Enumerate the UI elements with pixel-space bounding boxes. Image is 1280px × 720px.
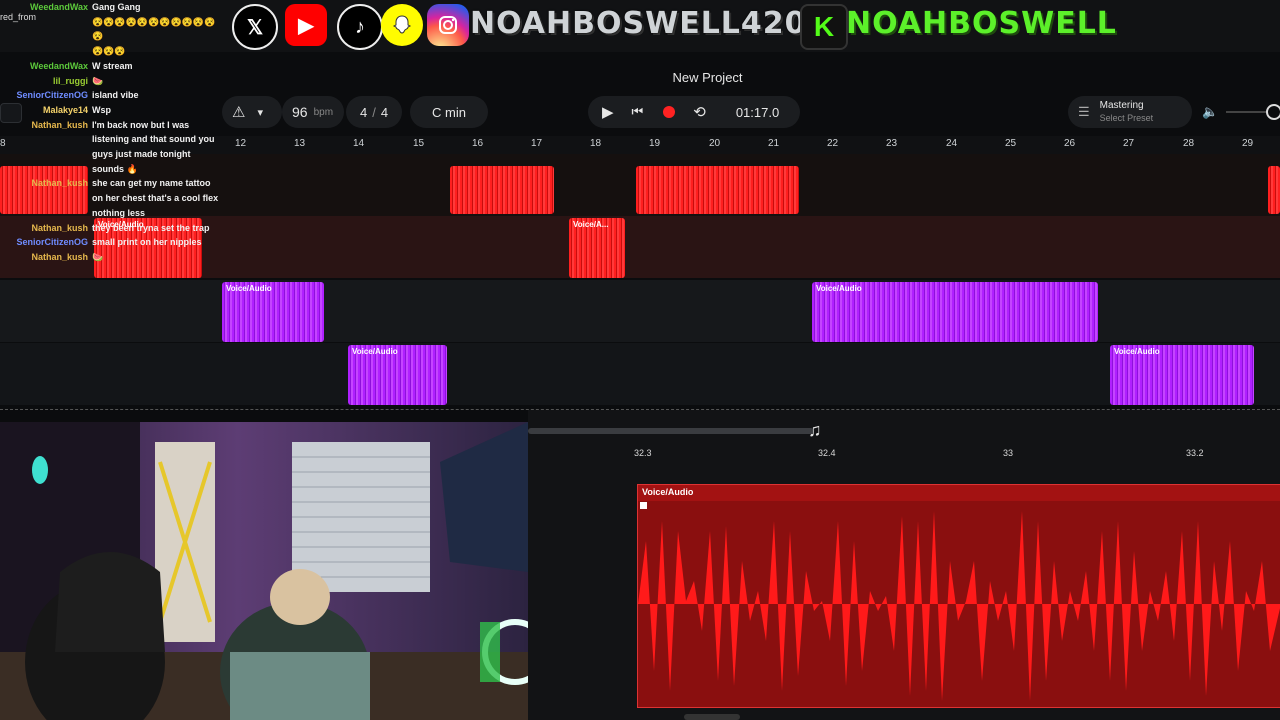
ruler-tick: 20 (709, 138, 721, 149)
project-title: New Project (672, 70, 743, 85)
audio-clip[interactable]: Voice/Audio (812, 282, 1098, 342)
bpm-unit: bpm (313, 106, 334, 118)
camera-icon (439, 16, 457, 34)
ruler-tick: 18 (590, 138, 602, 149)
clip-header (638, 485, 1280, 501)
time-sig-denominator: 4 (380, 104, 389, 120)
clip-label: Voice/Audio (1114, 347, 1160, 356)
ruler-tick: 28 (1183, 138, 1195, 149)
ruler-tick: 26 (1064, 138, 1076, 149)
bpm-value: 96 (292, 104, 308, 120)
chat-message: Nathan_kush I'm back now but I was listen… (31, 119, 215, 174)
volume-slider-thumb[interactable] (1266, 104, 1280, 120)
kick-icon: K (800, 4, 848, 50)
ruler-tick: 21 (768, 138, 780, 149)
tiktok-icon: ♪ (337, 4, 383, 50)
transport-bar: ▶ ⏮ ⟲ 01:17.0 (588, 96, 800, 128)
ruler-tick: 14 (353, 138, 365, 149)
time-display: 01:17.0 (735, 104, 780, 120)
audio-clip[interactable] (450, 166, 554, 214)
loop-icon[interactable]: ⟲ (693, 103, 706, 121)
clip-label: Voice/Audio (226, 284, 272, 293)
chat-message: Nathan_kush 🍉 (31, 251, 104, 262)
volume-icon[interactable]: 🔈 (1202, 104, 1218, 120)
ruler-tick: 27 (1123, 138, 1135, 149)
mastering-button[interactable]: ☰ Mastering Select Preset (1068, 96, 1192, 128)
youtube-icon: ▶ (285, 4, 327, 46)
ruler-tick: 16 (472, 138, 484, 149)
chat-message: SeniorCitizenOG island vibe (16, 90, 139, 101)
audio-clip[interactable]: Voice/Audio (348, 345, 447, 405)
ruler-tick: 15 (413, 138, 425, 149)
bpm-field[interactable]: 96 bpm (282, 96, 344, 128)
audio-clip[interactable]: Voice/Audio (1110, 345, 1254, 405)
metronome-icon: ⚠ (232, 104, 246, 121)
editor-ruler-tick: 33 (1003, 448, 1014, 458)
play-icon[interactable]: ▶ (602, 103, 614, 121)
instagram-icon (427, 4, 469, 46)
volume-slider[interactable] (1226, 111, 1270, 113)
ruler-tick: 17 (531, 138, 543, 149)
ruler-tick: 19 (649, 138, 661, 149)
skip-back-icon[interactable]: ⏮ (632, 104, 644, 120)
audio-clip[interactable] (636, 166, 799, 214)
editor-scrollbar[interactable] (528, 428, 814, 434)
webcam-feed (0, 422, 528, 720)
record-button[interactable] (663, 106, 676, 118)
ruler-tick: 12 (235, 138, 247, 149)
time-sig-separator: / (372, 104, 376, 120)
editor-ruler-tick: 33.2 (1186, 448, 1204, 458)
metronome-button[interactable]: ⚠ ▾ (222, 96, 282, 128)
x-icon: 𝕏 (232, 4, 278, 50)
ruler-tick: 13 (294, 138, 306, 149)
ruler-tick: 22 (827, 138, 839, 149)
audio-clip[interactable]: Voice/A... (569, 218, 625, 278)
clip-label: Voice/Audio (816, 284, 862, 293)
sliders-icon: ☰ (1078, 104, 1090, 119)
chat-message: Malakye14 Wsp (42, 104, 111, 115)
selected-audio-clip[interactable]: Voice/Audio (637, 484, 1280, 708)
waveform (638, 511, 1280, 701)
snapchat-icon (381, 4, 423, 46)
mastering-label: Mastering (1099, 100, 1144, 111)
social-handle: NOAHBOSWELL420 (470, 6, 807, 41)
ruler-tick: 24 (946, 138, 958, 149)
clip-label: Voice/A... (573, 220, 609, 229)
mastering-preset: Select Preset (1099, 113, 1154, 123)
add-music-icon[interactable]: ♫ (808, 420, 822, 441)
time-sig-numerator: 4 (359, 104, 368, 120)
audio-clip[interactable] (1268, 166, 1280, 214)
chat-message: 😵😵😵 (92, 46, 126, 57)
time-signature-field[interactable]: 4 / 4 (346, 96, 402, 128)
chevron-down-icon[interactable]: ▾ (257, 106, 263, 119)
key-field[interactable]: C min (410, 96, 488, 128)
track-4[interactable]: Voice/Audio Voice/Audio (0, 343, 1280, 405)
kick-handle: NOAHBOSWELL (846, 6, 1117, 41)
webcam-image (0, 422, 528, 720)
editor-ruler-tick: 32.3 (634, 448, 652, 458)
clip-label: Voice/Audio (642, 487, 694, 497)
clip-label: Voice/Audio (352, 347, 398, 356)
chat-message: WeedandWax W stream (29, 60, 133, 71)
chat-message: SeniorCitizenOG small print on her nipple… (16, 237, 202, 248)
audio-clip[interactable]: Voice/Audio (222, 282, 324, 342)
chat-message: Nathan_kush they been tryna set the trap (31, 222, 210, 233)
track-3[interactable]: Voice/Audio Voice/Audio (0, 280, 1280, 342)
chat-overlay-text: red_from (0, 12, 37, 22)
ghost-icon (392, 15, 412, 34)
ruler-tick: 25 (1005, 138, 1017, 149)
chat-message: lil_ruggi 🍉 (52, 75, 104, 86)
chat-overlay: red_from WeedandWax Gang Gang 😵😵😵😵😵😵😵😵😵😵😵… (0, 0, 230, 265)
editor-horizontal-scroll[interactable] (684, 714, 740, 720)
chat-message: Nathan_kush she can get my name tattoo on… (31, 178, 219, 218)
editor-ruler-tick: 32.4 (818, 448, 836, 458)
ruler-tick: 23 (886, 138, 898, 149)
key-value: C min (432, 104, 466, 120)
ruler-tick: 29 (1242, 138, 1254, 149)
